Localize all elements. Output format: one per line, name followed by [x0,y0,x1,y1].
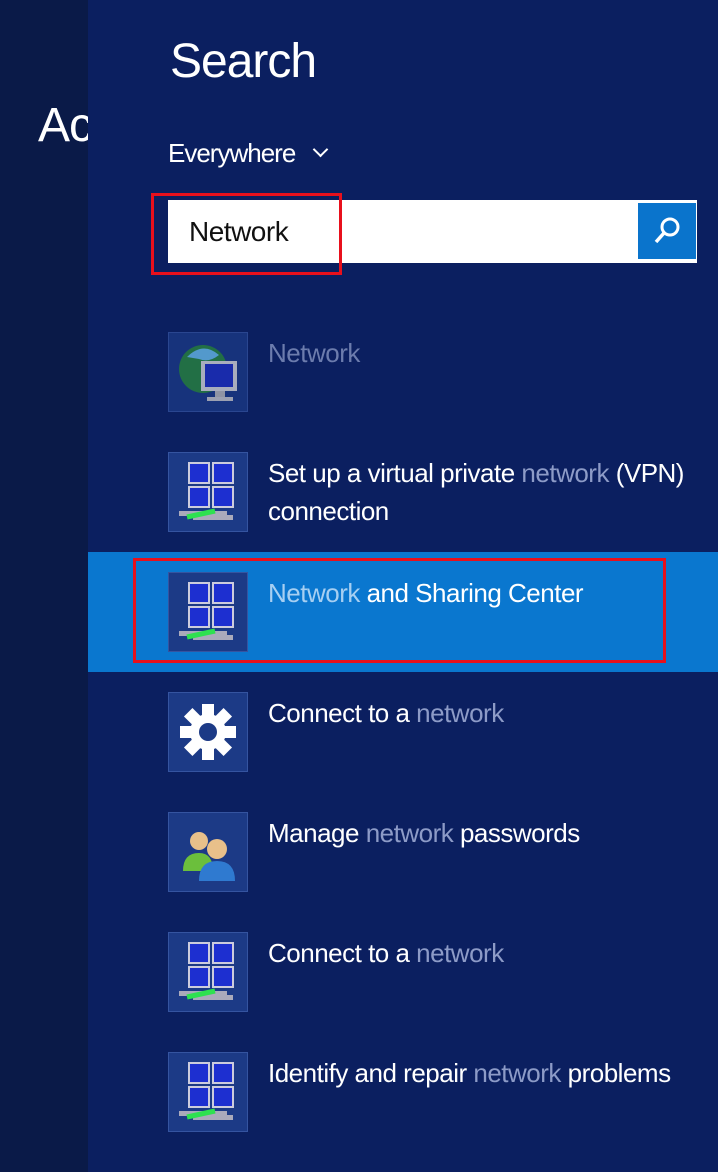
search-result-item[interactable]: Identify and repair network problems [88,1032,718,1152]
result-label: Set up a virtual private network (VPN) c… [268,454,688,530]
result-label: Identify and repair network problems [268,1054,688,1092]
background-app-title: Ac [38,99,93,152]
result-text: passwords [453,818,580,848]
annotation-highlight-result [133,558,666,663]
gear-icon [168,692,248,772]
search-result-item[interactable]: Connect to a network [88,912,718,1032]
network-computers-icon [168,452,248,532]
query-match-text: network [365,818,454,848]
result-text: Connect to a [268,938,417,968]
query-match-text: network [473,1058,561,1088]
result-text: Set up a virtual private [268,458,522,488]
result-text: Network [268,338,360,368]
query-match-text: network [416,938,504,968]
search-scope-dropdown[interactable]: Everywhere [168,138,329,169]
result-label: Connect to a network [268,694,688,732]
network-computers-icon [168,932,248,1012]
chevron-down-icon [313,141,329,158]
annotation-highlight-search [151,193,342,275]
search-result-item[interactable]: Connect to a network [88,672,718,792]
search-charm-pane: Search Everywhere Network Set up a virtua… [88,0,718,1172]
pane-title: Search [170,35,317,88]
network-globe-icon [168,332,248,412]
users-icon [168,812,248,892]
query-match-text: network [416,698,504,728]
query-match-text: network [521,458,609,488]
result-text: problems [560,1058,671,1088]
search-result-item[interactable]: Set up a virtual private network (VPN) c… [88,432,718,552]
result-text: Manage [268,818,366,848]
result-label: Connect to a network [268,934,688,972]
result-label: Manage network passwords [268,814,688,852]
scope-label: Everywhere [168,138,296,168]
result-text: Connect to a [268,698,417,728]
result-text: Identify and repair [268,1058,474,1088]
search-result-item[interactable]: Network [88,312,718,432]
magnifier-icon [654,217,680,244]
search-result-item[interactable]: Manage network passwords [88,792,718,912]
network-computers-icon [168,1052,248,1132]
result-label: Network [268,334,688,372]
search-button[interactable] [638,203,696,259]
